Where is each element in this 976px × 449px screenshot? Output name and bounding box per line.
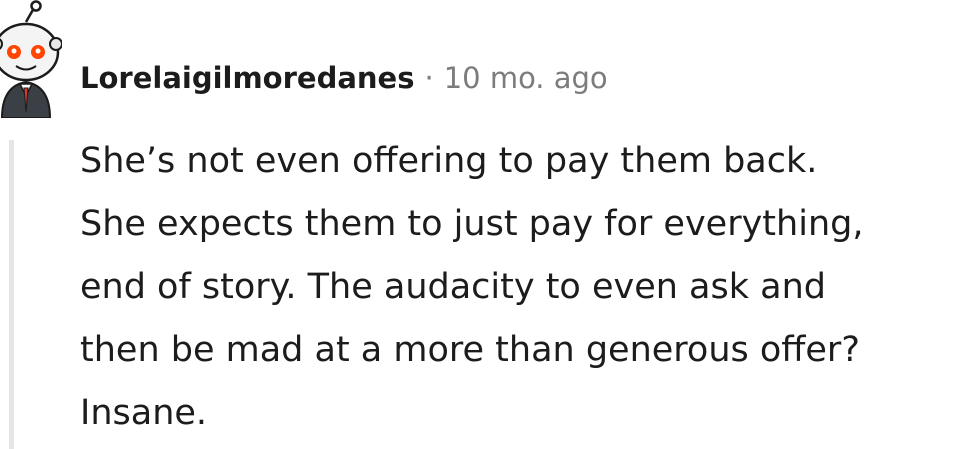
snoo-avatar-icon[interactable] — [0, 0, 63, 119]
comment-timestamp[interactable]: 10 mo. ago — [444, 58, 608, 98]
comment-meta: Lorelaigilmoredanes · 10 mo. ago — [80, 58, 608, 98]
comment-body: She’s not even offering to pay them back… — [80, 141, 864, 433]
meta-separator: · — [424, 61, 434, 95]
thread-collapse-line[interactable] — [9, 140, 14, 449]
username-link[interactable]: Lorelaigilmoredanes — [80, 58, 414, 98]
comment: Lorelaigilmoredanes · 10 mo. ago She’s n… — [0, 0, 976, 449]
